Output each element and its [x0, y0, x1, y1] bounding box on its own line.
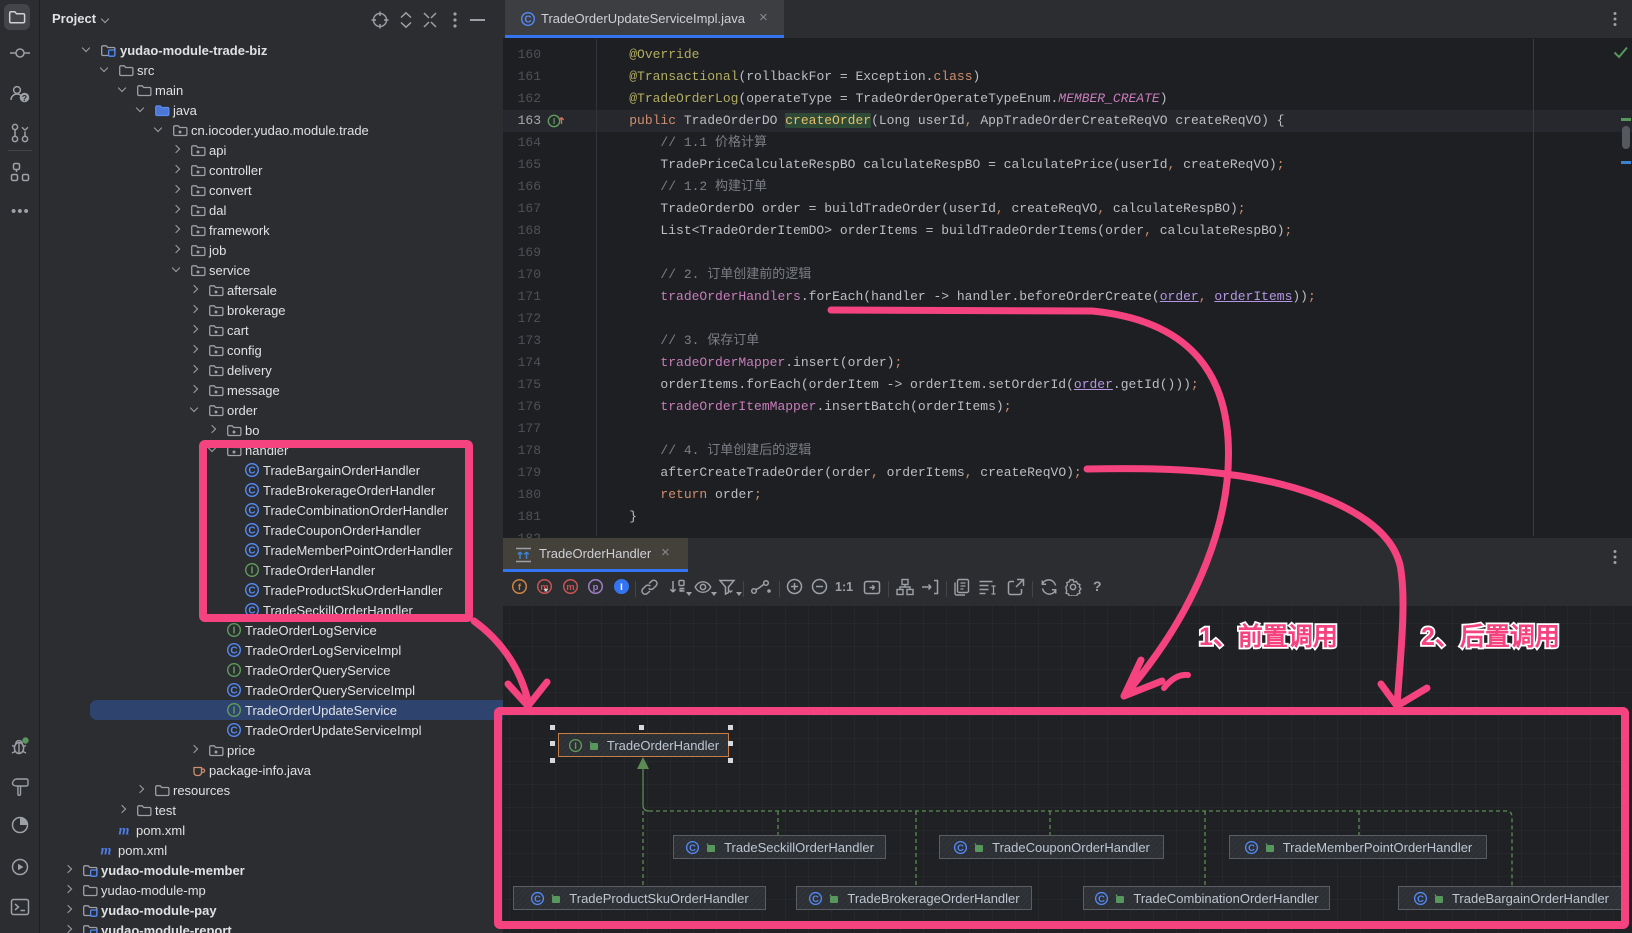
- svg-text:m: m: [566, 582, 574, 593]
- svg-text:?: ?: [22, 93, 27, 103]
- svg-text:f: f: [518, 582, 522, 593]
- svg-text:I: I: [553, 116, 555, 126]
- svg-text:I: I: [620, 582, 623, 593]
- svg-text:p: p: [593, 582, 599, 593]
- svg-text:m: m: [540, 582, 548, 593]
